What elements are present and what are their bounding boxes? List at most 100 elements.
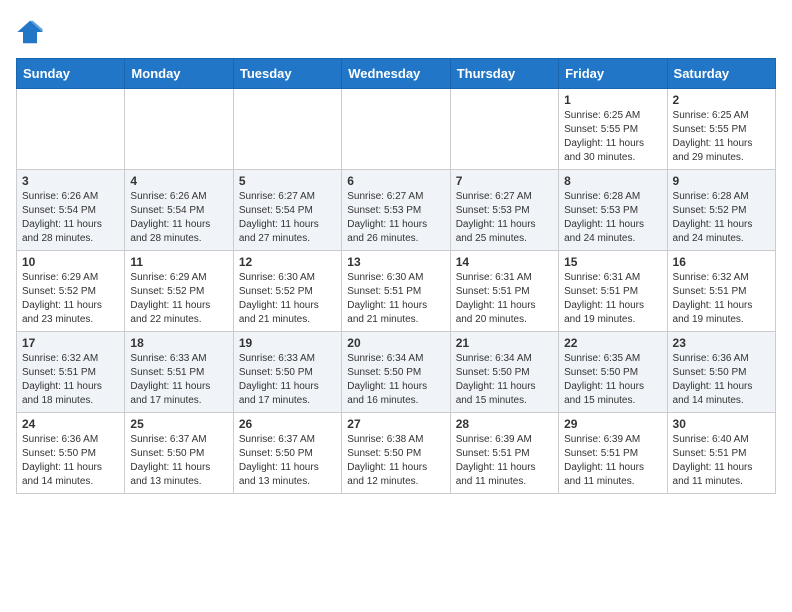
day-number: 19 [239, 336, 336, 350]
day-info: Sunrise: 6:25 AM Sunset: 5:55 PM Dayligh… [564, 109, 661, 165]
calendar-cell: 9 Sunrise: 6:28 AM Sunset: 5:52 PM Daylig… [667, 170, 775, 251]
day-number: 12 [239, 255, 336, 269]
day-info: Sunrise: 6:35 AM Sunset: 5:50 PM Dayligh… [564, 352, 661, 408]
day-number: 17 [22, 336, 119, 350]
calendar-cell: 5 Sunrise: 6:27 AM Sunset: 5:54 PM Daylig… [233, 170, 341, 251]
day-info: Sunrise: 6:40 AM Sunset: 5:51 PM Dayligh… [673, 433, 770, 489]
day-number: 14 [456, 255, 553, 269]
day-info: Sunrise: 6:28 AM Sunset: 5:52 PM Dayligh… [673, 190, 770, 246]
day-info: Sunrise: 6:26 AM Sunset: 5:54 PM Dayligh… [130, 190, 227, 246]
day-info: Sunrise: 6:32 AM Sunset: 5:51 PM Dayligh… [22, 352, 119, 408]
calendar-cell: 4 Sunrise: 6:26 AM Sunset: 5:54 PM Daylig… [125, 170, 233, 251]
day-number: 9 [673, 174, 770, 188]
calendar-week-5: 24 Sunrise: 6:36 AM Sunset: 5:50 PM Dayli… [17, 413, 776, 494]
calendar-week-1: 1 Sunrise: 6:25 AM Sunset: 5:55 PM Daylig… [17, 89, 776, 170]
day-info: Sunrise: 6:30 AM Sunset: 5:52 PM Dayligh… [239, 271, 336, 327]
day-number: 26 [239, 417, 336, 431]
day-number: 21 [456, 336, 553, 350]
calendar-cell [17, 89, 125, 170]
day-info: Sunrise: 6:36 AM Sunset: 5:50 PM Dayligh… [22, 433, 119, 489]
day-number: 15 [564, 255, 661, 269]
day-info: Sunrise: 6:37 AM Sunset: 5:50 PM Dayligh… [239, 433, 336, 489]
days-header-row: SundayMondayTuesdayWednesdayThursdayFrid… [17, 59, 776, 89]
day-info: Sunrise: 6:33 AM Sunset: 5:51 PM Dayligh… [130, 352, 227, 408]
calendar-cell: 28Sunrise: 6:39 AM Sunset: 5:51 PM Dayli… [450, 413, 558, 494]
calendar-cell: 24 Sunrise: 6:36 AM Sunset: 5:50 PM Dayli… [17, 413, 125, 494]
day-info: Sunrise: 6:34 AM Sunset: 5:50 PM Dayligh… [456, 352, 553, 408]
day-number: 3 [22, 174, 119, 188]
calendar-cell [342, 89, 450, 170]
calendar-cell: 26 Sunrise: 6:37 AM Sunset: 5:50 PM Dayli… [233, 413, 341, 494]
day-number: 5 [239, 174, 336, 188]
day-info: Sunrise: 6:31 AM Sunset: 5:51 PM Dayligh… [456, 271, 553, 327]
day-info: Sunrise: 6:27 AM Sunset: 5:53 PM Dayligh… [456, 190, 553, 246]
day-info: Sunrise: 6:25 AM Sunset: 5:55 PM Dayligh… [673, 109, 770, 165]
calendar-cell: 2 Sunrise: 6:25 AM Sunset: 5:55 PM Daylig… [667, 89, 775, 170]
calendar-cell [450, 89, 558, 170]
day-header-thursday: Thursday [450, 59, 558, 89]
day-header-tuesday: Tuesday [233, 59, 341, 89]
logo [16, 16, 48, 46]
day-number: 10 [22, 255, 119, 269]
day-info: Sunrise: 6:28 AM Sunset: 5:53 PM Dayligh… [564, 190, 661, 246]
calendar-table: SundayMondayTuesdayWednesdayThursdayFrid… [16, 58, 776, 494]
day-number: 16 [673, 255, 770, 269]
logo-icon [16, 18, 44, 46]
day-info: Sunrise: 6:26 AM Sunset: 5:54 PM Dayligh… [22, 190, 119, 246]
day-number: 20 [347, 336, 444, 350]
calendar-cell: 30 Sunrise: 6:40 AM Sunset: 5:51 PM Dayli… [667, 413, 775, 494]
day-info: Sunrise: 6:27 AM Sunset: 5:53 PM Dayligh… [347, 190, 444, 246]
day-number: 29 [564, 417, 661, 431]
day-info: Sunrise: 6:27 AM Sunset: 5:54 PM Dayligh… [239, 190, 336, 246]
page-header [16, 16, 776, 46]
day-header-monday: Monday [125, 59, 233, 89]
calendar-week-2: 3 Sunrise: 6:26 AM Sunset: 5:54 PM Daylig… [17, 170, 776, 251]
day-info: Sunrise: 6:33 AM Sunset: 5:50 PM Dayligh… [239, 352, 336, 408]
calendar-cell: 14 Sunrise: 6:31 AM Sunset: 5:51 PM Dayli… [450, 251, 558, 332]
calendar-cell: 15 Sunrise: 6:31 AM Sunset: 5:51 PM Dayli… [559, 251, 667, 332]
day-info: Sunrise: 6:31 AM Sunset: 5:51 PM Dayligh… [564, 271, 661, 327]
day-number: 1 [564, 93, 661, 107]
day-number: 2 [673, 93, 770, 107]
day-info: Sunrise: 6:36 AM Sunset: 5:50 PM Dayligh… [673, 352, 770, 408]
day-number: 6 [347, 174, 444, 188]
calendar-cell: 1 Sunrise: 6:25 AM Sunset: 5:55 PM Daylig… [559, 89, 667, 170]
day-number: 4 [130, 174, 227, 188]
calendar-cell: 16 Sunrise: 6:32 AM Sunset: 5:51 PM Dayli… [667, 251, 775, 332]
calendar-cell [125, 89, 233, 170]
day-header-wednesday: Wednesday [342, 59, 450, 89]
day-info: Sunrise: 6:32 AM Sunset: 5:51 PM Dayligh… [673, 271, 770, 327]
day-header-friday: Friday [559, 59, 667, 89]
calendar-cell: 29Sunrise: 6:39 AM Sunset: 5:51 PM Dayli… [559, 413, 667, 494]
day-info: Sunrise: 6:29 AM Sunset: 5:52 PM Dayligh… [130, 271, 227, 327]
day-number: 22 [564, 336, 661, 350]
calendar-cell: 6 Sunrise: 6:27 AM Sunset: 5:53 PM Daylig… [342, 170, 450, 251]
day-number: 27 [347, 417, 444, 431]
calendar-cell [233, 89, 341, 170]
day-number: 24 [22, 417, 119, 431]
day-number: 7 [456, 174, 553, 188]
calendar-cell: 19 Sunrise: 6:33 AM Sunset: 5:50 PM Dayli… [233, 332, 341, 413]
calendar-cell: 18 Sunrise: 6:33 AM Sunset: 5:51 PM Dayli… [125, 332, 233, 413]
calendar-cell: 13 Sunrise: 6:30 AM Sunset: 5:51 PM Dayli… [342, 251, 450, 332]
day-info: Sunrise: 6:38 AM Sunset: 5:50 PM Dayligh… [347, 433, 444, 489]
day-number: 18 [130, 336, 227, 350]
day-number: 23 [673, 336, 770, 350]
day-number: 11 [130, 255, 227, 269]
day-number: 13 [347, 255, 444, 269]
calendar-cell: 27 Sunrise: 6:38 AM Sunset: 5:50 PM Dayli… [342, 413, 450, 494]
day-info: Sunrise: 6:30 AM Sunset: 5:51 PM Dayligh… [347, 271, 444, 327]
calendar-cell: 8 Sunrise: 6:28 AM Sunset: 5:53 PM Daylig… [559, 170, 667, 251]
day-number: 30 [673, 417, 770, 431]
day-info: Sunrise: 6:34 AM Sunset: 5:50 PM Dayligh… [347, 352, 444, 408]
calendar-cell: 23 Sunrise: 6:36 AM Sunset: 5:50 PM Dayli… [667, 332, 775, 413]
calendar-cell: 25Sunrise: 6:37 AM Sunset: 5:50 PM Dayli… [125, 413, 233, 494]
calendar-cell: 17 Sunrise: 6:32 AM Sunset: 5:51 PM Dayli… [17, 332, 125, 413]
calendar-cell: 11 Sunrise: 6:29 AM Sunset: 5:52 PM Dayli… [125, 251, 233, 332]
day-header-saturday: Saturday [667, 59, 775, 89]
calendar-cell: 20 Sunrise: 6:34 AM Sunset: 5:50 PM Dayli… [342, 332, 450, 413]
calendar-cell: 21 Sunrise: 6:34 AM Sunset: 5:50 PM Dayli… [450, 332, 558, 413]
day-number: 8 [564, 174, 661, 188]
calendar-week-4: 17 Sunrise: 6:32 AM Sunset: 5:51 PM Dayli… [17, 332, 776, 413]
calendar-cell: 22 Sunrise: 6:35 AM Sunset: 5:50 PM Dayli… [559, 332, 667, 413]
